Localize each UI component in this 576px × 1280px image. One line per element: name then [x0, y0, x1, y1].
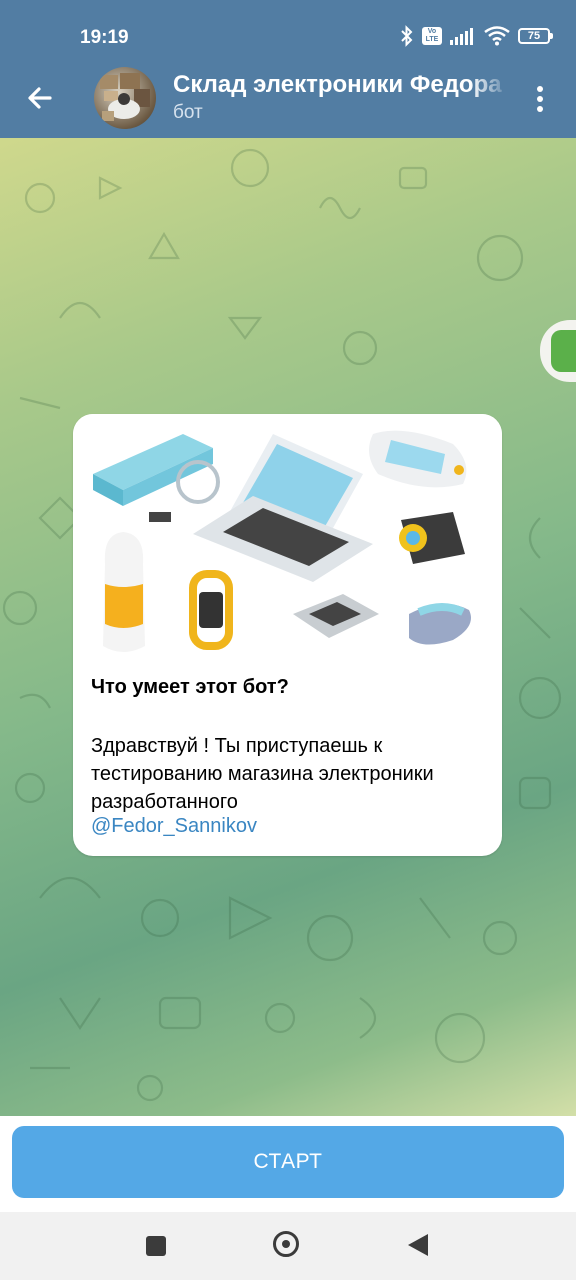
back-button[interactable] [20, 78, 60, 118]
recents-icon[interactable] [146, 1236, 166, 1256]
back-triangle-icon[interactable] [408, 1234, 428, 1256]
bottom-area: СТАРТ [0, 1116, 576, 1212]
warehouse-avatar-icon [100, 73, 150, 121]
more-vertical-icon [537, 86, 543, 112]
chat-area[interactable]: Что умеет этот бот? Здравствуй ! Ты прис… [0, 138, 576, 1116]
chat-subtitle: бот [173, 102, 203, 123]
volte-icon: Vo LTE [422, 27, 442, 45]
home-icon[interactable] [273, 1231, 299, 1257]
status-time: 19:19 [80, 27, 129, 48]
electronics-illustration [73, 414, 502, 659]
bluetooth-icon [401, 25, 413, 47]
wifi-icon [484, 26, 510, 46]
status-bar: 19:19 Vo LTE 75 [0, 0, 576, 60]
system-nav-bar [0, 1212, 576, 1280]
battery-level: 75 [527, 30, 541, 42]
menu-button[interactable] [528, 82, 552, 116]
bot-intro-message: Что умеет этот бот? Здравствуй ! Ты прис… [73, 414, 502, 856]
message-text: Здравствуй ! Ты приступаешь к тестирован… [91, 735, 434, 813]
chat-title[interactable]: Склад электроники Федора [173, 71, 509, 99]
avatar[interactable] [94, 67, 156, 129]
start-button[interactable]: СТАРТ [12, 1126, 564, 1198]
status-icons: Vo LTE 75 [400, 25, 553, 47]
author-link[interactable]: @Fedor_Sannikov [91, 815, 257, 838]
message-title: Что умеет этот бот? [91, 676, 289, 698]
battery-icon: 75 [518, 28, 553, 44]
signal-icon [450, 28, 473, 45]
arrow-left-icon [28, 87, 52, 109]
chat-header: Склад электроники Федора бот [0, 60, 576, 138]
bug-icon [551, 330, 576, 372]
